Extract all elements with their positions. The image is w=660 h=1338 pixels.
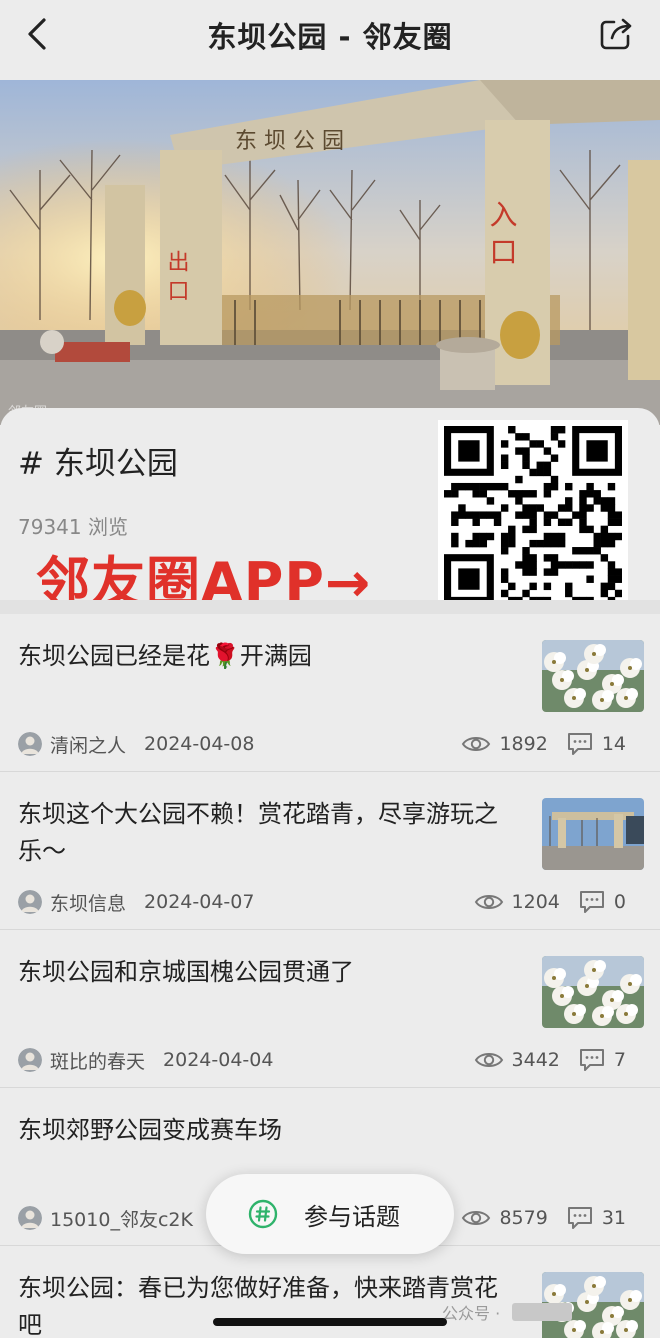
avatar[interactable]: [18, 732, 42, 756]
post-thumbnail: [542, 640, 644, 712]
hero-photo: 东 坝 公 园 出 口 入 口 邻友圈: [0, 80, 660, 425]
eye-icon: [474, 895, 503, 909]
eye-icon: [474, 1053, 503, 1067]
eye-icon: [462, 737, 491, 751]
post-stats: 3442 7: [474, 1048, 626, 1072]
post-date: 2024-04-07: [144, 891, 255, 913]
eye-icon-wrap: [461, 733, 491, 755]
post-meta: 清闲之人 2024-04-08: [18, 731, 255, 758]
navbar: 东坝公园 - 邻友圈: [0, 0, 660, 80]
post-view-count: 1204: [511, 891, 560, 913]
post-item[interactable]: 东坝公园和京城国槐公园贯通了斑比的春天 2024-04-04 3442 7: [0, 930, 660, 1088]
watermark-text: 公众号 ·: [442, 1304, 501, 1323]
qr-code[interactable]: [438, 420, 628, 610]
post-thumbnail: [542, 798, 644, 870]
watermark: 公众号 ·: [442, 1300, 573, 1324]
comment-icon-wrap[interactable]: [578, 1047, 606, 1073]
topic-view-count: 79341 浏览: [18, 515, 128, 539]
post-comment-count: 7: [613, 1049, 626, 1071]
watermark-blur: [512, 1303, 573, 1321]
post-stats: 8579 31: [461, 1206, 626, 1230]
comment-icon: [567, 1207, 592, 1229]
post-title: 东坝这个大公园不赖！赏花踏青，尽享游玩之乐～: [18, 800, 498, 865]
page-title: 东坝公园 - 邻友圈: [207, 20, 453, 54]
topic-header: # 东坝公园 79341 浏览 邻友圈APP→: [0, 408, 660, 614]
post-comment-count: 31: [601, 1207, 626, 1229]
post-item[interactable]: 东坝这个大公园不赖！赏花踏青，尽享游玩之乐～ 东坝信息 2024-04-07 1204…: [0, 772, 660, 930]
post-title: 东坝公园已经是花🌹开满园: [18, 642, 312, 670]
comment-icon: [579, 891, 604, 913]
post-view-count: 3442: [511, 1049, 560, 1071]
home-indicator[interactable]: [213, 1318, 447, 1326]
post-stats: 1204 0: [474, 890, 626, 914]
qr-code-image: [444, 426, 623, 605]
exit-sign: 出 口: [164, 250, 189, 301]
eye-icon-wrap: [474, 1049, 504, 1071]
comment-icon: [579, 1049, 604, 1071]
hashtag-icon: [248, 1199, 278, 1229]
join-topic-button[interactable]: 参与话题: [206, 1174, 454, 1254]
post-meta: 东坝信息 2024-04-07: [18, 889, 255, 916]
topic-title: # 东坝公园: [18, 446, 178, 482]
share-button[interactable]: [598, 16, 634, 52]
comment-icon: [567, 733, 592, 755]
post-date: 2024-04-08: [144, 733, 255, 755]
avatar[interactable]: [18, 1048, 42, 1072]
post-comment-count: 14: [601, 733, 626, 755]
post-date: 2024-04-04: [163, 1049, 274, 1071]
eye-icon: [462, 1211, 491, 1225]
avatar[interactable]: [18, 1206, 42, 1230]
post-meta: 15010_邻友c2K2: [18, 1205, 223, 1232]
share-icon: [600, 18, 632, 50]
post-view-count: 1892: [499, 733, 548, 755]
post-meta: 斑比的春天 2024-04-04: [18, 1047, 274, 1074]
post-author[interactable]: 东坝信息: [50, 889, 126, 916]
join-topic-label: 参与话题: [304, 1202, 400, 1231]
entrance-sign: 入 口: [486, 200, 519, 265]
avatar[interactable]: [18, 890, 42, 914]
post-comment-count: 0: [613, 891, 626, 913]
comment-icon-wrap[interactable]: [566, 1205, 594, 1231]
post-author[interactable]: 15010_邻友c2K: [50, 1205, 193, 1232]
post-item[interactable]: 东坝公园已经是花🌹开满园清闲之人 2024-04-08 1892 14: [0, 614, 660, 772]
post-author[interactable]: 清闲之人: [50, 731, 126, 758]
post-thumbnail: [542, 956, 644, 1028]
comment-icon-wrap[interactable]: [578, 889, 606, 915]
eye-icon-wrap: [461, 1207, 491, 1229]
section-divider: [0, 600, 660, 614]
eye-icon-wrap: [474, 891, 504, 913]
post-view-count: 8579: [499, 1207, 548, 1229]
gate-sign: 东 坝 公 园: [235, 129, 344, 154]
comment-icon-wrap[interactable]: [566, 731, 594, 757]
post-stats: 1892 14: [461, 732, 626, 756]
post-author[interactable]: 斑比的春天: [50, 1047, 145, 1074]
post-title: 东坝公园和京城国槐公园贯通了: [18, 958, 354, 986]
post-title: 东坝郊野公园变成赛车场: [18, 1116, 282, 1144]
